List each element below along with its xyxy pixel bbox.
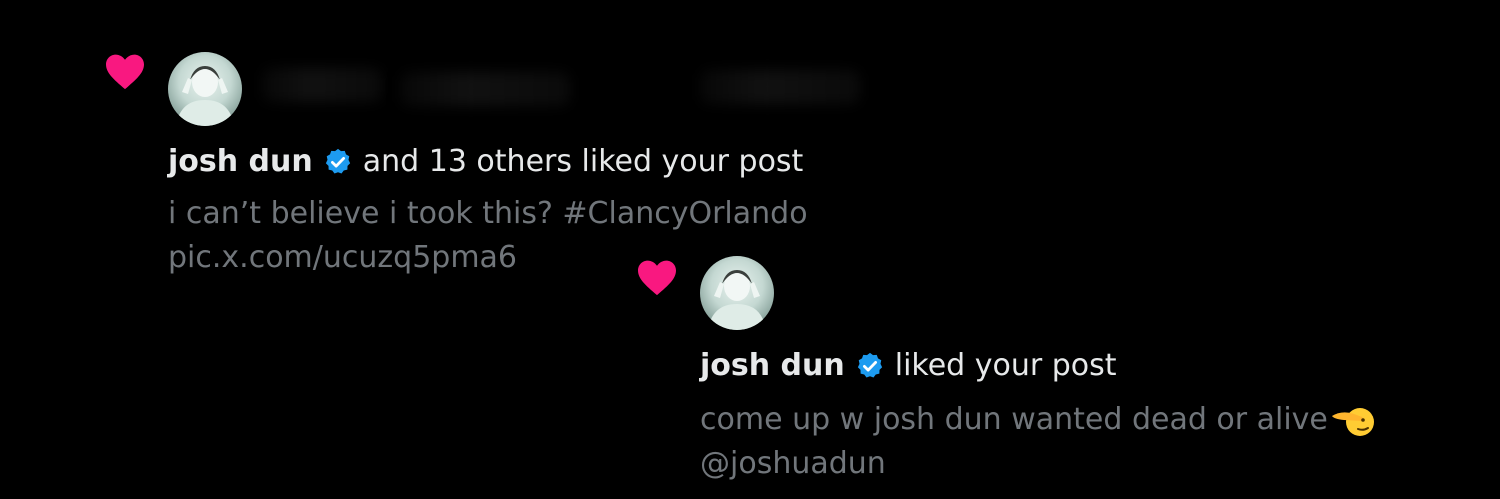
post-snippet-link[interactable]: pic.x.com/ucuzq5pma6 bbox=[168, 238, 517, 278]
avatar-photo bbox=[708, 270, 766, 330]
notification-headline: josh dun liked your post bbox=[700, 346, 1117, 386]
notification-action-text: and 13 others liked your post bbox=[362, 144, 804, 179]
post-snippet-line[interactable]: come up w josh dun wanted dead or alive bbox=[700, 400, 1374, 440]
user-name[interactable]: josh dun bbox=[700, 346, 845, 386]
notification-action-text: liked your post bbox=[894, 348, 1117, 383]
verified-badge-icon bbox=[325, 148, 350, 174]
avatar[interactable] bbox=[700, 256, 774, 330]
heart-icon bbox=[638, 260, 676, 296]
blurred-avatar-placeholder bbox=[262, 68, 382, 102]
blurred-avatar-placeholder bbox=[400, 72, 570, 106]
blurred-avatar-placeholder bbox=[700, 70, 860, 104]
avatar[interactable] bbox=[168, 52, 242, 126]
post-snippet-text: come up w josh dun wanted dead or alive bbox=[700, 402, 1328, 437]
post-snippet-line[interactable]: i can’t believe i took this? #ClancyOrla… bbox=[168, 194, 808, 234]
avatar-photo bbox=[176, 66, 234, 126]
saluting-face-emoji bbox=[1331, 408, 1374, 436]
post-snippet-mention[interactable]: @joshuadun bbox=[700, 444, 886, 484]
verified-badge-icon bbox=[857, 352, 882, 378]
user-name[interactable]: josh dun bbox=[168, 142, 313, 182]
heart-icon bbox=[106, 54, 144, 90]
notification-headline: josh dun and 13 others liked your post bbox=[168, 142, 803, 182]
